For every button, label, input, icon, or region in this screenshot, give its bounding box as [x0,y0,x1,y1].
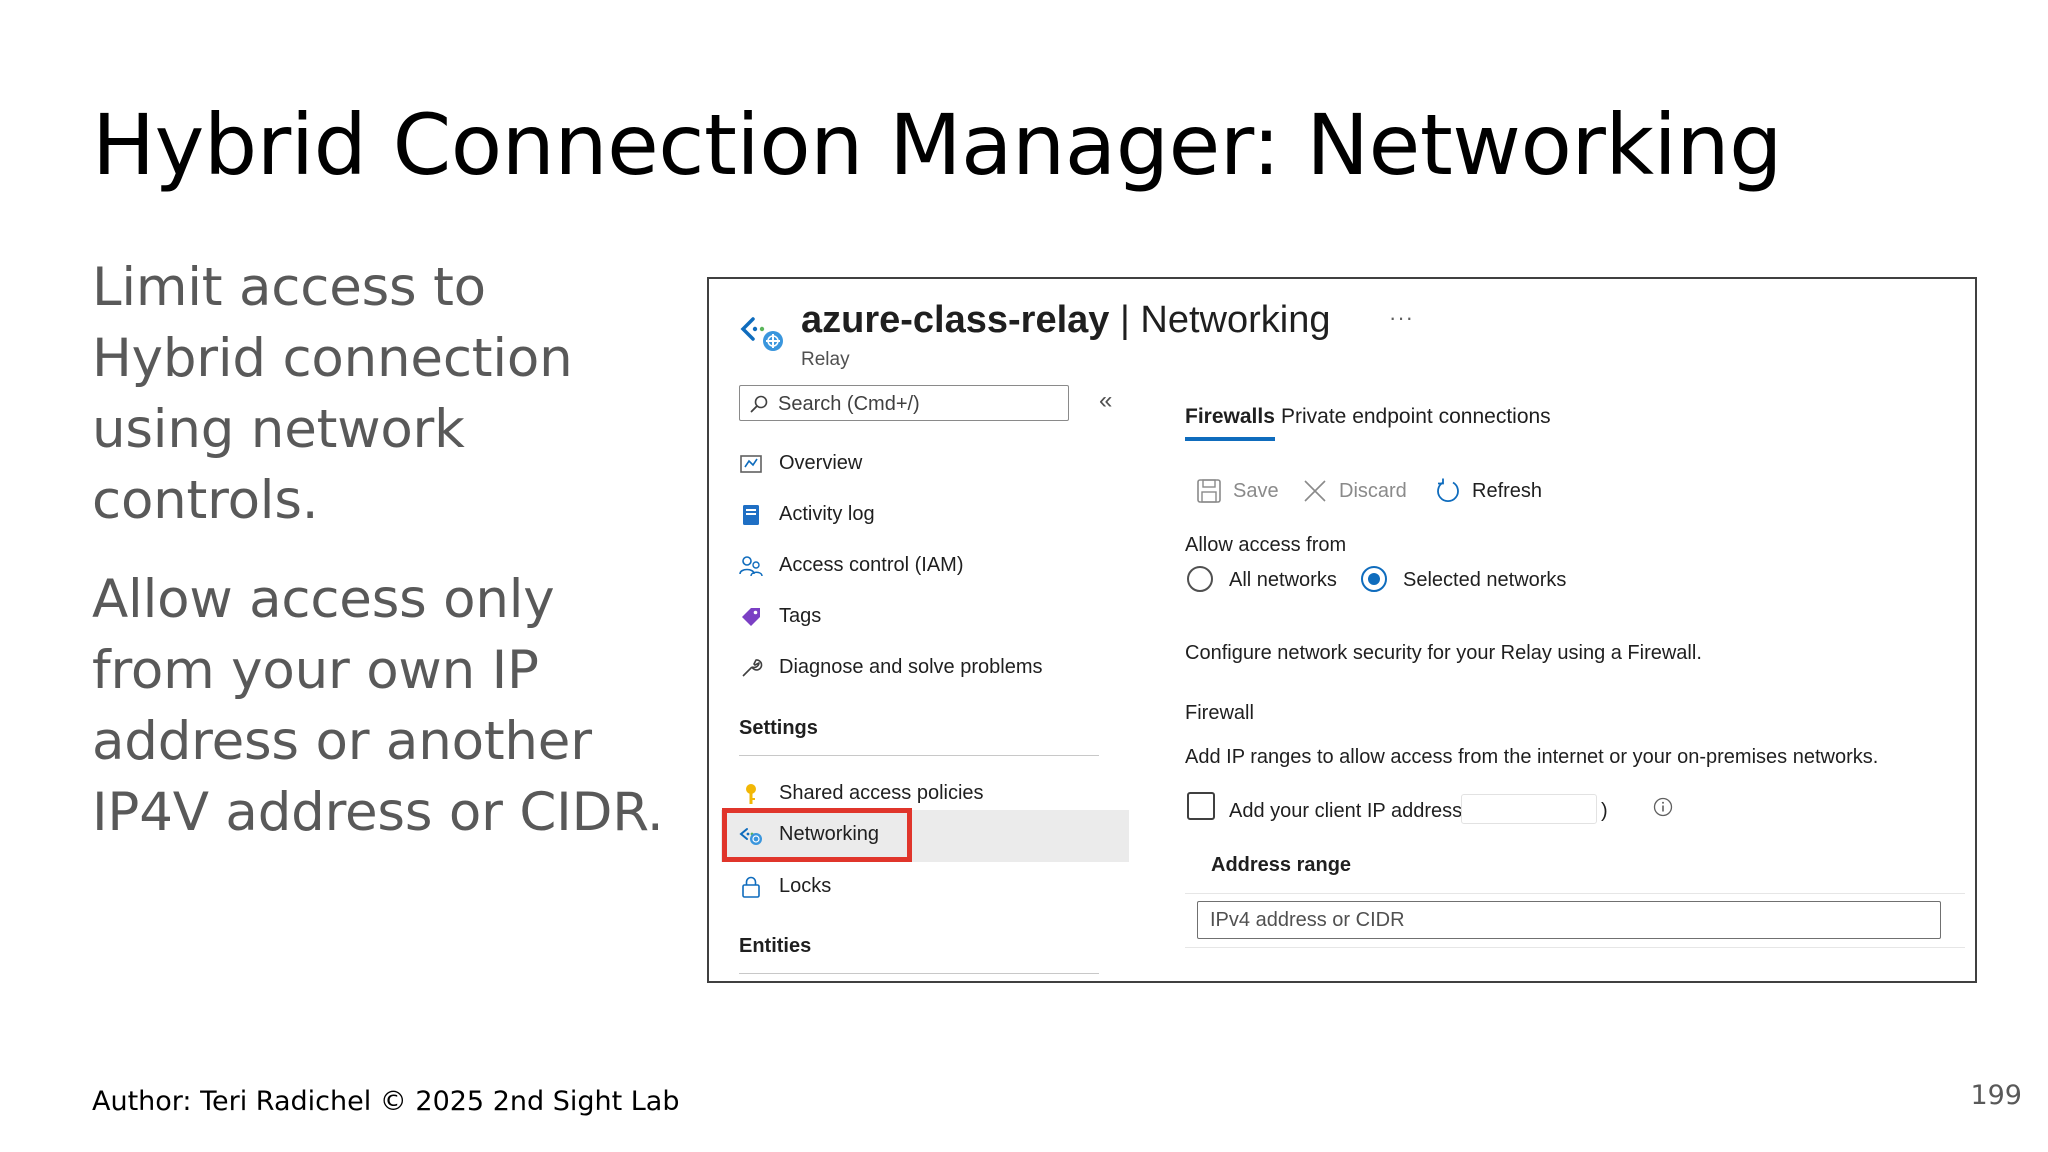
title-separator: | [1109,299,1141,341]
menu-item-diagnose[interactable]: Diagnose and solve problems [721,643,1129,693]
save-label: Save [1233,480,1279,502]
refresh-label: Refresh [1472,480,1543,502]
search-placeholder: Search (Cmd+/) [778,393,920,415]
key-icon [746,784,756,804]
menu-item-tags[interactable]: Tags [721,592,1129,642]
entities-section-header: Entities [739,935,812,957]
azure-portal-screenshot: azure-class-relay | Networking Relay ···… [707,277,1977,983]
more-options-icon[interactable]: ··· [1389,305,1414,331]
menu-item-access-control[interactable]: Access control (IAM) [721,541,1129,591]
save-icon [1197,479,1221,503]
menu-item-overview[interactable]: Overview [721,439,1129,489]
close-icon [1304,480,1326,502]
menu-item-label: Shared access policies [779,782,984,804]
section-divider [739,755,1099,756]
selected-networks-radio[interactable] [1361,566,1387,592]
blade-name: Networking [1140,299,1331,341]
author-footer: Author: Teri Radichel © 2025 2nd Sight L… [92,1086,680,1117]
add-client-ip-checkbox[interactable] [1187,792,1215,820]
network-security-description: Configure network security for your Rela… [1185,642,1702,664]
info-icon[interactable] [1653,797,1673,817]
section-divider [739,973,1099,974]
wrench-icon [742,659,763,677]
client-ip-suffix: ) [1601,800,1608,822]
collapse-menu-icon[interactable]: « [1099,387,1112,415]
address-range-header: Address range [1211,854,1352,876]
allow-access-label: Allow access from [1185,534,1347,556]
menu-item-label: Diagnose and solve problems [779,656,1043,678]
client-ip-value [1461,794,1597,824]
menu-item-label: Locks [779,875,832,897]
lock-icon [742,876,760,898]
blade-title: azure-class-relay | Networking [801,299,1331,342]
bullet-item: Allow access only from your own IP addre… [92,569,664,843]
all-networks-label: All networks [1229,569,1337,591]
discard-label: Discard [1339,480,1407,502]
search-icon [750,395,768,413]
table-divider [1185,893,1965,894]
tab-private-endpoint-connections[interactable]: Private endpoint connections [1281,405,1551,437]
firewall-heading: Firewall [1185,702,1254,724]
menu-item-label: Activity log [779,503,875,525]
bullet-list: Limit access to Hybrid connection using … [92,252,672,876]
overview-icon [740,455,762,473]
menu-item-locks[interactable]: Locks [721,862,1129,912]
slide-title: Hybrid Connection Manager: Networking [92,96,1782,194]
bullet-item: Limit access to Hybrid connection using … [92,257,573,531]
page-number: 199 [1970,1080,2022,1111]
settings-section-header: Settings [739,717,818,739]
table-divider [1185,947,1965,948]
refresh-icon [1437,478,1459,503]
tag-icon [742,608,760,626]
menu-search-input[interactable]: Search (Cmd+/) [739,385,1069,421]
tab-firewalls[interactable]: Firewalls [1185,405,1275,441]
all-networks-radio[interactable] [1187,566,1213,592]
selected-networks-label: Selected networks [1403,569,1567,591]
resource-name: azure-class-relay [801,299,1110,341]
relay-icon [740,317,783,351]
menu-item-activity-log[interactable]: Activity log [721,490,1129,540]
menu-item-label: Access control (IAM) [779,554,964,576]
menu-item-label: Tags [779,605,822,627]
networking-highlight-box [722,808,912,862]
menu-item-label: Overview [779,452,863,474]
firewall-description: Add IP ranges to allow access from the i… [1185,746,1879,768]
resource-type: Relay [801,349,850,370]
iam-icon [739,556,763,577]
activity-log-icon [743,505,759,525]
add-client-ip-label: Add your client IP address (‘ [1229,800,1479,822]
address-range-input[interactable] [1197,901,1941,939]
